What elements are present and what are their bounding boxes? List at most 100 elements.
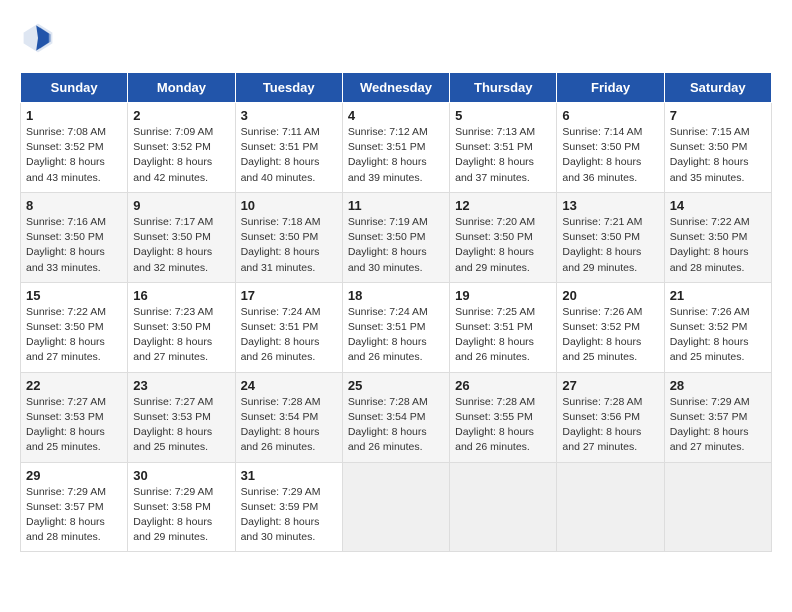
day-number: 16 (133, 288, 229, 303)
day-number: 1 (26, 108, 122, 123)
day-info: Sunrise: 7:28 AM Sunset: 3:56 PM Dayligh… (562, 395, 658, 456)
calendar-cell: 16 Sunrise: 7:23 AM Sunset: 3:50 PM Dayli… (128, 282, 235, 372)
calendar-cell: 1 Sunrise: 7:08 AM Sunset: 3:52 PM Daylig… (21, 103, 128, 193)
day-info: Sunrise: 7:15 AM Sunset: 3:50 PM Dayligh… (670, 125, 766, 186)
day-number: 28 (670, 378, 766, 393)
day-number: 31 (241, 468, 337, 483)
day-number: 9 (133, 198, 229, 213)
day-info: Sunrise: 7:29 AM Sunset: 3:57 PM Dayligh… (26, 485, 122, 546)
calendar-table: SundayMondayTuesdayWednesdayThursdayFrid… (20, 72, 772, 552)
day-number: 19 (455, 288, 551, 303)
day-number: 17 (241, 288, 337, 303)
calendar-cell: 24 Sunrise: 7:28 AM Sunset: 3:54 PM Dayli… (235, 372, 342, 462)
calendar-cell: 15 Sunrise: 7:22 AM Sunset: 3:50 PM Dayli… (21, 282, 128, 372)
day-info: Sunrise: 7:29 AM Sunset: 3:58 PM Dayligh… (133, 485, 229, 546)
calendar-cell: 3Sunrise: 7:11 AM Sunset: 3:51 PM Daylig… (235, 103, 342, 193)
page-header (20, 20, 772, 56)
day-info: Sunrise: 7:28 AM Sunset: 3:55 PM Dayligh… (455, 395, 551, 456)
calendar-cell: 5Sunrise: 7:13 AM Sunset: 3:51 PM Daylig… (450, 103, 557, 193)
day-info: Sunrise: 7:27 AM Sunset: 3:53 PM Dayligh… (26, 395, 122, 456)
day-info: Sunrise: 7:14 AM Sunset: 3:50 PM Dayligh… (562, 125, 658, 186)
day-info: Sunrise: 7:19 AM Sunset: 3:50 PM Dayligh… (348, 215, 444, 276)
day-number: 21 (670, 288, 766, 303)
calendar-cell: 10 Sunrise: 7:18 AM Sunset: 3:50 PM Dayli… (235, 192, 342, 282)
calendar-cell: 31 Sunrise: 7:29 AM Sunset: 3:59 PM Dayli… (235, 462, 342, 552)
calendar-cell: 23 Sunrise: 7:27 AM Sunset: 3:53 PM Dayli… (128, 372, 235, 462)
day-info: Sunrise: 7:24 AM Sunset: 3:51 PM Dayligh… (348, 305, 444, 366)
calendar-week-2: 8 Sunrise: 7:16 AM Sunset: 3:50 PM Daylig… (21, 192, 772, 282)
day-number: 26 (455, 378, 551, 393)
day-info: Sunrise: 7:13 AM Sunset: 3:51 PM Dayligh… (455, 125, 551, 186)
weekday-header-friday: Friday (557, 73, 664, 103)
weekday-header-sunday: Sunday (21, 73, 128, 103)
calendar-cell: 28Sunrise: 7:29 AM Sunset: 3:57 PM Dayli… (664, 372, 771, 462)
day-number: 27 (562, 378, 658, 393)
calendar-cell: 30 Sunrise: 7:29 AM Sunset: 3:58 PM Dayli… (128, 462, 235, 552)
day-info: Sunrise: 7:28 AM Sunset: 3:54 PM Dayligh… (241, 395, 337, 456)
day-info: Sunrise: 7:28 AM Sunset: 3:54 PM Dayligh… (348, 395, 444, 456)
calendar-cell: 7 Sunrise: 7:15 AM Sunset: 3:50 PM Daylig… (664, 103, 771, 193)
day-info: Sunrise: 7:18 AM Sunset: 3:50 PM Dayligh… (241, 215, 337, 276)
day-number: 23 (133, 378, 229, 393)
calendar-cell: 12Sunrise: 7:20 AM Sunset: 3:50 PM Dayli… (450, 192, 557, 282)
calendar-cell (664, 462, 771, 552)
weekday-header-wednesday: Wednesday (342, 73, 449, 103)
calendar-week-4: 22 Sunrise: 7:27 AM Sunset: 3:53 PM Dayli… (21, 372, 772, 462)
day-number: 11 (348, 198, 444, 213)
day-info: Sunrise: 7:26 AM Sunset: 3:52 PM Dayligh… (562, 305, 658, 366)
day-number: 14 (670, 198, 766, 213)
day-number: 22 (26, 378, 122, 393)
day-number: 4 (348, 108, 444, 123)
day-number: 12 (455, 198, 551, 213)
day-info: Sunrise: 7:11 AM Sunset: 3:51 PM Dayligh… (241, 125, 337, 186)
day-info: Sunrise: 7:22 AM Sunset: 3:50 PM Dayligh… (26, 305, 122, 366)
day-info: Sunrise: 7:17 AM Sunset: 3:50 PM Dayligh… (133, 215, 229, 276)
calendar-cell: 4 Sunrise: 7:12 AM Sunset: 3:51 PM Daylig… (342, 103, 449, 193)
calendar-cell: 27 Sunrise: 7:28 AM Sunset: 3:56 PM Dayli… (557, 372, 664, 462)
day-info: Sunrise: 7:21 AM Sunset: 3:50 PM Dayligh… (562, 215, 658, 276)
calendar-cell: 22 Sunrise: 7:27 AM Sunset: 3:53 PM Dayli… (21, 372, 128, 462)
day-number: 13 (562, 198, 658, 213)
day-number: 25 (348, 378, 444, 393)
day-info: Sunrise: 7:09 AM Sunset: 3:52 PM Dayligh… (133, 125, 229, 186)
calendar-cell: 17 Sunrise: 7:24 AM Sunset: 3:51 PM Dayli… (235, 282, 342, 372)
day-number: 8 (26, 198, 122, 213)
weekday-header-saturday: Saturday (664, 73, 771, 103)
day-info: Sunrise: 7:29 AM Sunset: 3:59 PM Dayligh… (241, 485, 337, 546)
calendar-week-5: 29Sunrise: 7:29 AM Sunset: 3:57 PM Dayli… (21, 462, 772, 552)
calendar-cell: 11 Sunrise: 7:19 AM Sunset: 3:50 PM Dayli… (342, 192, 449, 282)
day-info: Sunrise: 7:25 AM Sunset: 3:51 PM Dayligh… (455, 305, 551, 366)
day-info: Sunrise: 7:23 AM Sunset: 3:50 PM Dayligh… (133, 305, 229, 366)
calendar-body: 1 Sunrise: 7:08 AM Sunset: 3:52 PM Daylig… (21, 103, 772, 552)
day-info: Sunrise: 7:24 AM Sunset: 3:51 PM Dayligh… (241, 305, 337, 366)
calendar-cell: 14Sunrise: 7:22 AM Sunset: 3:50 PM Dayli… (664, 192, 771, 282)
day-info: Sunrise: 7:16 AM Sunset: 3:50 PM Dayligh… (26, 215, 122, 276)
calendar-cell: 2 Sunrise: 7:09 AM Sunset: 3:52 PM Daylig… (128, 103, 235, 193)
day-info: Sunrise: 7:27 AM Sunset: 3:53 PM Dayligh… (133, 395, 229, 456)
day-number: 10 (241, 198, 337, 213)
logo (20, 20, 60, 56)
calendar-cell: 20Sunrise: 7:26 AM Sunset: 3:52 PM Dayli… (557, 282, 664, 372)
calendar-cell: 9 Sunrise: 7:17 AM Sunset: 3:50 PM Daylig… (128, 192, 235, 282)
day-info: Sunrise: 7:12 AM Sunset: 3:51 PM Dayligh… (348, 125, 444, 186)
day-info: Sunrise: 7:26 AM Sunset: 3:52 PM Dayligh… (670, 305, 766, 366)
calendar-cell: 13 Sunrise: 7:21 AM Sunset: 3:50 PM Dayli… (557, 192, 664, 282)
weekday-header-thursday: Thursday (450, 73, 557, 103)
day-number: 7 (670, 108, 766, 123)
day-number: 24 (241, 378, 337, 393)
calendar-cell (450, 462, 557, 552)
day-number: 18 (348, 288, 444, 303)
day-number: 15 (26, 288, 122, 303)
calendar-cell: 21 Sunrise: 7:26 AM Sunset: 3:52 PM Dayli… (664, 282, 771, 372)
calendar-cell: 29Sunrise: 7:29 AM Sunset: 3:57 PM Dayli… (21, 462, 128, 552)
day-number: 30 (133, 468, 229, 483)
calendar-cell: 25 Sunrise: 7:28 AM Sunset: 3:54 PM Dayli… (342, 372, 449, 462)
calendar-cell: 26 Sunrise: 7:28 AM Sunset: 3:55 PM Dayli… (450, 372, 557, 462)
day-number: 2 (133, 108, 229, 123)
calendar-cell: 18 Sunrise: 7:24 AM Sunset: 3:51 PM Dayli… (342, 282, 449, 372)
day-info: Sunrise: 7:08 AM Sunset: 3:52 PM Dayligh… (26, 125, 122, 186)
calendar-cell: 8 Sunrise: 7:16 AM Sunset: 3:50 PM Daylig… (21, 192, 128, 282)
calendar-cell (342, 462, 449, 552)
calendar-week-3: 15 Sunrise: 7:22 AM Sunset: 3:50 PM Dayli… (21, 282, 772, 372)
calendar-cell: 6Sunrise: 7:14 AM Sunset: 3:50 PM Daylig… (557, 103, 664, 193)
